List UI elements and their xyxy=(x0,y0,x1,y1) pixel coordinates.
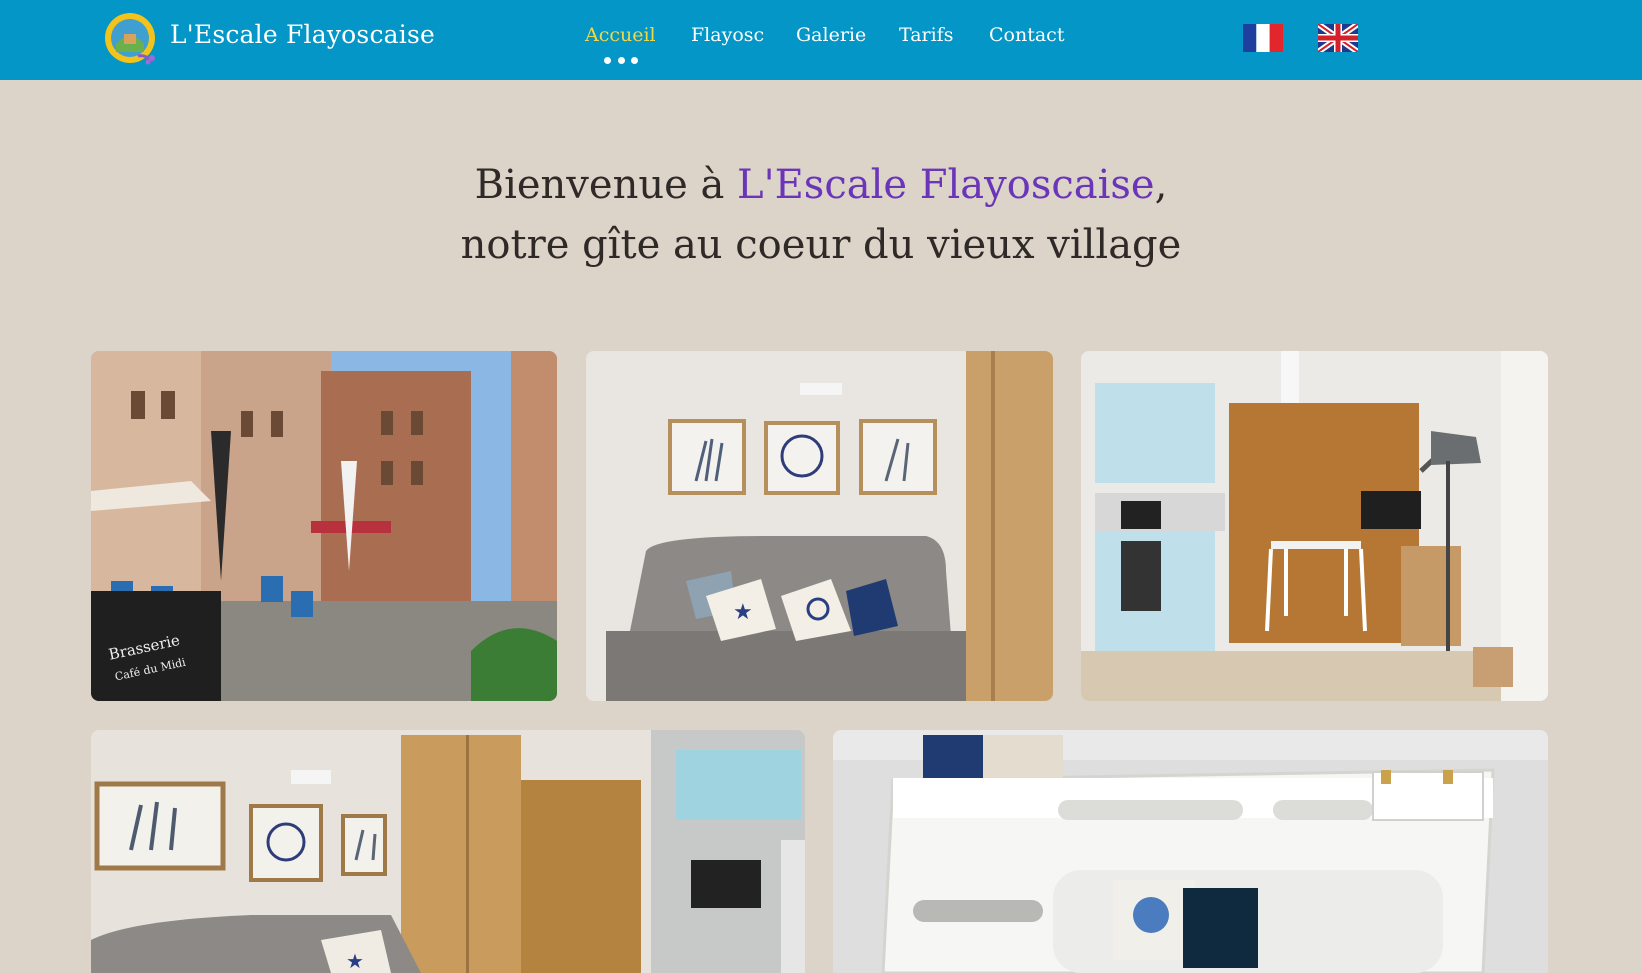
site-header: L'Escale Flayoscaise Accueil Flayosc Gal… xyxy=(0,0,1642,80)
nav-item-galerie[interactable]: Galerie xyxy=(796,24,866,46)
photo-living-room-sofa[interactable]: ★ xyxy=(586,351,1053,701)
nav-item-accueil[interactable]: Accueil xyxy=(585,24,656,46)
photo-living-room-wardrobe[interactable]: ★ xyxy=(91,730,805,973)
hero-line-1-suffix: , xyxy=(1154,162,1168,208)
hero-accent-brand: L'Escale Flayoscaise xyxy=(737,162,1155,208)
photo-kitchen-dining[interactable] xyxy=(1081,351,1548,701)
hero-line-2: notre gîte au coeur du vieux village xyxy=(460,222,1182,268)
nav-item-contact[interactable]: Contact xyxy=(989,24,1064,46)
nav-item-flayosc[interactable]: Flayosc xyxy=(691,24,764,46)
hero-line-1-prefix: Bienvenue à xyxy=(474,162,738,208)
flag-uk-icon[interactable] xyxy=(1316,21,1360,55)
nav-item-tarifs[interactable]: Tarifs xyxy=(899,24,953,46)
site-logo[interactable] xyxy=(104,12,160,68)
active-nav-indicator xyxy=(604,57,638,65)
flag-france-icon[interactable] xyxy=(1243,24,1283,52)
photo-village-square[interactable]: Brasserie Café du Midi xyxy=(91,351,557,701)
svg-text:★: ★ xyxy=(346,949,364,973)
photo-bunk-bed[interactable] xyxy=(833,730,1548,973)
svg-text:★: ★ xyxy=(733,600,753,625)
hero-line-1: Bienvenue à L'Escale Flayoscaise, xyxy=(0,155,1642,215)
site-brand-title[interactable]: L'Escale Flayoscaise xyxy=(170,20,435,49)
hero-heading: Bienvenue à L'Escale Flayoscaise, notre … xyxy=(0,155,1642,275)
